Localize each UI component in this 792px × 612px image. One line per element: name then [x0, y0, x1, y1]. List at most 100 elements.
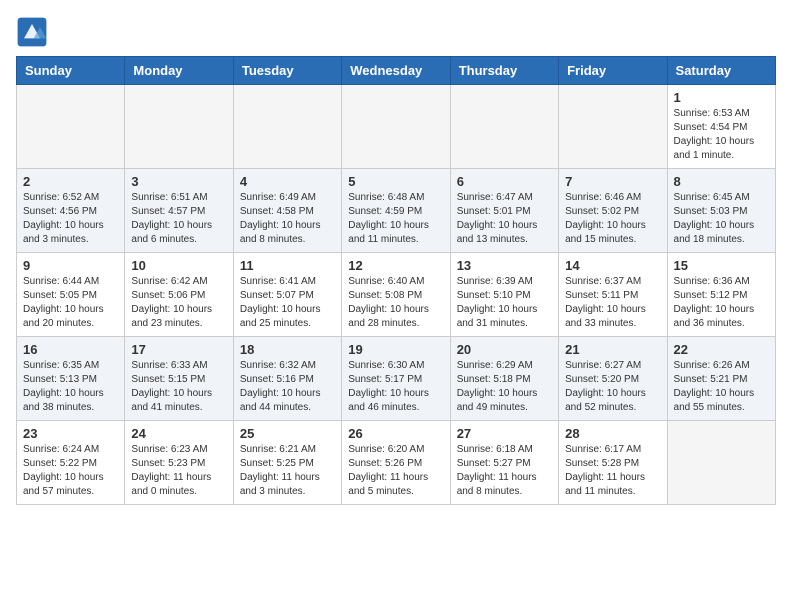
day-info: Sunrise: 6:39 AM Sunset: 5:10 PM Dayligh… [457, 275, 552, 331]
calendar-day-cell [125, 85, 233, 169]
calendar-week-row: 16 Sunrise: 6:35 AM Sunset: 5:13 PM Dayli… [17, 337, 776, 421]
calendar-day-cell: 21 Sunrise: 6:27 AM Sunset: 5:20 PM Dayli… [559, 337, 667, 421]
calendar-day-cell: 9Sunrise: 6:44 AM Sunset: 5:05 PM Daylig… [17, 253, 125, 337]
day-info: Sunrise: 6:47 AM Sunset: 5:01 PM Dayligh… [457, 191, 552, 247]
day-info: Sunrise: 6:29 AM Sunset: 5:18 PM Dayligh… [457, 359, 552, 415]
day-of-week-header: Friday [559, 57, 667, 85]
day-number: 8 [674, 174, 769, 189]
day-info: Sunrise: 6:40 AM Sunset: 5:08 PM Dayligh… [348, 275, 443, 331]
day-of-week-header: Saturday [667, 57, 775, 85]
day-number: 14 [565, 258, 660, 273]
day-number: 26 [348, 426, 443, 441]
calendar-day-cell: 3 Sunrise: 6:51 AM Sunset: 4:57 PM Daylig… [125, 169, 233, 253]
calendar-day-cell: 27 Sunrise: 6:18 AM Sunset: 5:27 PM Dayli… [450, 421, 558, 505]
day-info: Sunrise: 6:30 AM Sunset: 5:17 PM Dayligh… [348, 359, 443, 415]
calendar-day-cell: 16 Sunrise: 6:35 AM Sunset: 5:13 PM Dayli… [17, 337, 125, 421]
calendar-day-cell [342, 85, 450, 169]
day-info: Sunrise: 6:41 AM Sunset: 5:07 PM Dayligh… [240, 275, 335, 331]
day-info: Sunrise: 6:26 AM Sunset: 5:21 PM Dayligh… [674, 359, 769, 415]
calendar-day-cell: 19Sunrise: 6:30 AM Sunset: 5:17 PM Dayli… [342, 337, 450, 421]
day-number: 28 [565, 426, 660, 441]
calendar-body: 1 Sunrise: 6:53 AM Sunset: 4:54 PM Daylig… [17, 85, 776, 505]
day-number: 7 [565, 174, 660, 189]
calendar-day-cell: 26 Sunrise: 6:20 AM Sunset: 5:26 PM Dayli… [342, 421, 450, 505]
calendar-day-cell: 4 Sunrise: 6:49 AM Sunset: 4:58 PM Daylig… [233, 169, 341, 253]
header-row: SundayMondayTuesdayWednesdayThursdayFrid… [17, 57, 776, 85]
day-info: Sunrise: 6:32 AM Sunset: 5:16 PM Dayligh… [240, 359, 335, 415]
day-info: Sunrise: 6:51 AM Sunset: 4:57 PM Dayligh… [131, 191, 226, 247]
day-number: 6 [457, 174, 552, 189]
day-info: Sunrise: 6:20 AM Sunset: 5:26 PM Dayligh… [348, 443, 443, 499]
calendar-day-cell: 25 Sunrise: 6:21 AM Sunset: 5:25 PM Dayli… [233, 421, 341, 505]
day-info: Sunrise: 6:35 AM Sunset: 5:13 PM Dayligh… [23, 359, 118, 415]
calendar-day-cell [559, 85, 667, 169]
calendar-table: SundayMondayTuesdayWednesdayThursdayFrid… [16, 56, 776, 505]
calendar-day-cell: 8 Sunrise: 6:45 AM Sunset: 5:03 PM Daylig… [667, 169, 775, 253]
day-of-week-header: Monday [125, 57, 233, 85]
day-number: 3 [131, 174, 226, 189]
day-info: Sunrise: 6:45 AM Sunset: 5:03 PM Dayligh… [674, 191, 769, 247]
day-info: Sunrise: 6:53 AM Sunset: 4:54 PM Dayligh… [674, 107, 769, 163]
day-number: 11 [240, 258, 335, 273]
day-number: 22 [674, 342, 769, 357]
calendar-day-cell: 2 Sunrise: 6:52 AM Sunset: 4:56 PM Daylig… [17, 169, 125, 253]
day-info: Sunrise: 6:49 AM Sunset: 4:58 PM Dayligh… [240, 191, 335, 247]
calendar-day-cell: 14Sunrise: 6:37 AM Sunset: 5:11 PM Dayli… [559, 253, 667, 337]
day-number: 23 [23, 426, 118, 441]
calendar-day-cell: 1 Sunrise: 6:53 AM Sunset: 4:54 PM Daylig… [667, 85, 775, 169]
day-number: 21 [565, 342, 660, 357]
day-number: 27 [457, 426, 552, 441]
day-number: 18 [240, 342, 335, 357]
day-number: 5 [348, 174, 443, 189]
day-of-week-header: Tuesday [233, 57, 341, 85]
day-of-week-header: Wednesday [342, 57, 450, 85]
day-number: 25 [240, 426, 335, 441]
day-number: 2 [23, 174, 118, 189]
day-number: 1 [674, 90, 769, 105]
calendar-week-row: 9Sunrise: 6:44 AM Sunset: 5:05 PM Daylig… [17, 253, 776, 337]
calendar-week-row: 1 Sunrise: 6:53 AM Sunset: 4:54 PM Daylig… [17, 85, 776, 169]
day-of-week-header: Thursday [450, 57, 558, 85]
day-info: Sunrise: 6:27 AM Sunset: 5:20 PM Dayligh… [565, 359, 660, 415]
calendar-day-cell: 11 Sunrise: 6:41 AM Sunset: 5:07 PM Dayli… [233, 253, 341, 337]
calendar-day-cell [450, 85, 558, 169]
calendar-day-cell: 20 Sunrise: 6:29 AM Sunset: 5:18 PM Dayli… [450, 337, 558, 421]
day-number: 20 [457, 342, 552, 357]
calendar-day-cell: 17 Sunrise: 6:33 AM Sunset: 5:15 PM Dayli… [125, 337, 233, 421]
day-info: Sunrise: 6:48 AM Sunset: 4:59 PM Dayligh… [348, 191, 443, 247]
calendar-day-cell [17, 85, 125, 169]
calendar-day-cell: 6 Sunrise: 6:47 AM Sunset: 5:01 PM Daylig… [450, 169, 558, 253]
day-number: 12 [348, 258, 443, 273]
calendar-day-cell [667, 421, 775, 505]
day-number: 15 [674, 258, 769, 273]
calendar-day-cell: 22 Sunrise: 6:26 AM Sunset: 5:21 PM Dayli… [667, 337, 775, 421]
day-info: Sunrise: 6:21 AM Sunset: 5:25 PM Dayligh… [240, 443, 335, 499]
day-number: 24 [131, 426, 226, 441]
day-info: Sunrise: 6:23 AM Sunset: 5:23 PM Dayligh… [131, 443, 226, 499]
day-info: Sunrise: 6:52 AM Sunset: 4:56 PM Dayligh… [23, 191, 118, 247]
day-of-week-header: Sunday [17, 57, 125, 85]
day-number: 10 [131, 258, 226, 273]
calendar-day-cell: 23 Sunrise: 6:24 AM Sunset: 5:22 PM Dayli… [17, 421, 125, 505]
calendar-day-cell: 24 Sunrise: 6:23 AM Sunset: 5:23 PM Dayli… [125, 421, 233, 505]
day-info: Sunrise: 6:18 AM Sunset: 5:27 PM Dayligh… [457, 443, 552, 499]
day-number: 17 [131, 342, 226, 357]
day-info: Sunrise: 6:44 AM Sunset: 5:05 PM Dayligh… [23, 275, 118, 331]
calendar-week-row: 2 Sunrise: 6:52 AM Sunset: 4:56 PM Daylig… [17, 169, 776, 253]
day-info: Sunrise: 6:33 AM Sunset: 5:15 PM Dayligh… [131, 359, 226, 415]
day-info: Sunrise: 6:24 AM Sunset: 5:22 PM Dayligh… [23, 443, 118, 499]
day-number: 4 [240, 174, 335, 189]
page-header [16, 16, 776, 48]
calendar-day-cell: 28 Sunrise: 6:17 AM Sunset: 5:28 PM Dayli… [559, 421, 667, 505]
calendar-week-row: 23 Sunrise: 6:24 AM Sunset: 5:22 PM Dayli… [17, 421, 776, 505]
day-info: Sunrise: 6:17 AM Sunset: 5:28 PM Dayligh… [565, 443, 660, 499]
day-number: 16 [23, 342, 118, 357]
calendar-day-cell: 10Sunrise: 6:42 AM Sunset: 5:06 PM Dayli… [125, 253, 233, 337]
logo-icon [16, 16, 48, 48]
calendar-day-cell: 15 Sunrise: 6:36 AM Sunset: 5:12 PM Dayli… [667, 253, 775, 337]
day-info: Sunrise: 6:36 AM Sunset: 5:12 PM Dayligh… [674, 275, 769, 331]
calendar-day-cell: 5 Sunrise: 6:48 AM Sunset: 4:59 PM Daylig… [342, 169, 450, 253]
calendar-day-cell: 7Sunrise: 6:46 AM Sunset: 5:02 PM Daylig… [559, 169, 667, 253]
logo [16, 16, 52, 48]
day-number: 13 [457, 258, 552, 273]
